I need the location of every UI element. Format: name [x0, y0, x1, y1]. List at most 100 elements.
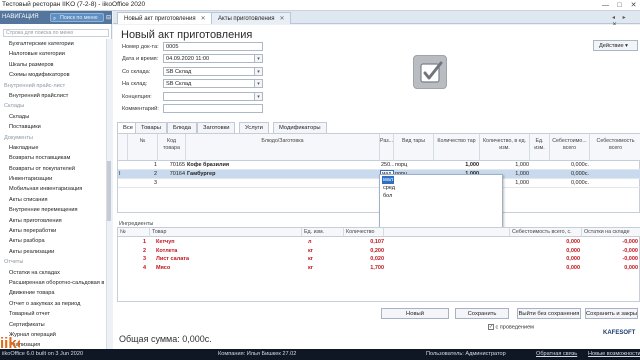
cell-num[interactable]: 2 — [128, 170, 158, 179]
cell-unit[interactable] — [530, 179, 550, 188]
to-store-select[interactable]: SB Склад — [163, 79, 255, 88]
cell-code[interactable]: 70165 — [158, 161, 186, 170]
cell-code[interactable]: 70164 — [158, 170, 186, 179]
minimize-button[interactable]: — — [600, 0, 611, 11]
cell-code[interactable] — [158, 179, 186, 188]
ingredient-qty[interactable]: 1,700 — [344, 264, 384, 272]
calendar-dropdown-icon[interactable]: ▾ — [255, 54, 263, 63]
close-tab-icon[interactable]: ✕ — [201, 16, 206, 22]
ingredient-cost[interactable]: 0,000 — [510, 247, 580, 255]
size-option-large[interactable]: бол — [382, 192, 422, 200]
checkbox-checked-icon[interactable]: ✓ — [488, 324, 494, 330]
ingredient-name[interactable]: Кетчуп — [156, 238, 302, 246]
ingredient-unit[interactable]: л — [308, 238, 344, 246]
save-and-close-button[interactable]: Сохранить и закрыть — [585, 308, 638, 319]
column-header-pack-type[interactable]: Вид тары — [394, 134, 434, 161]
cell-name[interactable]: Гамбургер — [186, 170, 380, 179]
ingr-header-unit[interactable]: Ед. изм. — [302, 228, 344, 237]
cell-num[interactable]: 1 — [128, 161, 158, 170]
column-header-cost[interactable]: Себестоимо... всего — [550, 134, 590, 161]
sidebar-item[interactable]: Остатки на складах — [0, 268, 106, 278]
from-store-select[interactable]: SB Склад — [163, 67, 255, 76]
sidebar-item[interactable]: Отчет о закупках за период — [0, 299, 106, 309]
column-header-dish[interactable]: Блюдо/Заготовка — [186, 134, 380, 161]
cell-cost-total[interactable] — [590, 179, 640, 188]
sidebar-item[interactable]: Акты приготовления — [0, 216, 106, 226]
sidebar-item[interactable]: Схемы модификаторов — [0, 70, 106, 80]
ingr-header-number[interactable]: № — [118, 228, 150, 237]
sidebar-item[interactable]: Акты разбора — [0, 236, 106, 246]
chevron-down-icon[interactable]: ▾ — [255, 92, 263, 101]
menu-filter-input[interactable]: Строка для поиска по меню — [3, 29, 109, 37]
column-header-qty-unit[interactable]: Количество, в ед. изм. — [480, 134, 530, 161]
ingredient-num[interactable]: 3 — [118, 255, 146, 263]
chevron-down-icon[interactable]: ▾ — [255, 79, 263, 88]
ingredient-cost[interactable]: 0,000 — [510, 238, 580, 246]
close-window-button[interactable]: ✕ — [628, 0, 639, 11]
subtab-dishes[interactable]: Блюда — [167, 122, 197, 133]
comment-input[interactable] — [163, 104, 263, 113]
cell-qty-unit[interactable]: 1,000 — [480, 161, 530, 170]
sidebar-item[interactable]: Внутренние перемещения — [0, 205, 106, 215]
ingredient-stock[interactable]: 0,000 — [582, 264, 638, 272]
ingredient-cost[interactable]: 0,000 — [510, 255, 580, 263]
column-header-pack-qty[interactable]: Количество тар — [434, 134, 480, 161]
concept-select[interactable] — [163, 92, 255, 101]
tab-cooking-acts[interactable]: Акты приготовления ✕ — [211, 12, 292, 24]
cell-marker[interactable] — [118, 161, 128, 170]
column-header-unit[interactable]: Ед. изм. — [530, 134, 550, 161]
ingredient-stock[interactable]: -0,000 — [582, 255, 638, 263]
subtab-modifiers[interactable]: Модификаторы — [273, 122, 327, 133]
subtab-services[interactable]: Услуги — [239, 122, 269, 133]
cell-marker[interactable] — [118, 179, 128, 188]
ingredient-row[interactable]: 4 Мясо кг 1,700 0,000 0,000 — [118, 264, 640, 273]
sidebar-item[interactable]: Возвраты от покупателей — [0, 164, 106, 174]
sidebar-item[interactable]: Накладные — [0, 143, 106, 153]
sidebar-item[interactable]: Акты списания — [0, 195, 106, 205]
ingredient-row[interactable]: 2 Котлета кг 0,200 0,000 -0,000 — [118, 247, 640, 256]
sidebar-item[interactable]: Акты переработки — [0, 226, 106, 236]
sidebar-item[interactable]: Товарный отчет — [0, 309, 106, 319]
ingredient-name[interactable]: Мясо — [156, 264, 302, 272]
ingredient-num[interactable]: 2 — [118, 247, 146, 255]
ingr-header-stock[interactable]: Остатки на складе — [582, 228, 640, 237]
sidebar-item[interactable]: Расширенная оборотно-сальдовая в — [0, 278, 106, 288]
ingredient-row[interactable]: 3 Лист салата кг 0,020 0,000 -0,000 — [118, 255, 640, 264]
ingr-header-cost-total[interactable]: Себестоимость всего, с. — [510, 228, 582, 237]
sidebar-item[interactable]: Инвентаризации — [0, 174, 106, 184]
cell-cost-total[interactable] — [590, 170, 640, 179]
cell-unit[interactable] — [530, 170, 550, 179]
ingr-header-product[interactable]: Товар — [150, 228, 302, 237]
cell-pack[interactable]: порц — [394, 161, 434, 170]
sidebar-item[interactable]: Движение товара — [0, 288, 106, 298]
tab-new-cooking-act[interactable]: Новый акт приготовления ✕ — [117, 12, 213, 24]
ingredient-qty[interactable]: 0,020 — [344, 255, 384, 263]
cell-cost[interactable]: 0,000с. — [550, 170, 590, 179]
size-option-medium[interactable]: сред — [382, 184, 422, 192]
sidebar-item[interactable]: Склады — [0, 112, 106, 122]
column-header-number[interactable]: № — [128, 134, 158, 161]
ingredient-qty[interactable]: 0,200 — [344, 247, 384, 255]
sidebar-item[interactable]: Возвраты поставщикам — [0, 153, 106, 163]
menu-search-button[interactable]: ⌕ Поиск по меню — [50, 13, 104, 22]
ingr-header-qty[interactable]: Количество — [344, 228, 384, 237]
column-header-size[interactable]: Раз... — [380, 134, 394, 161]
ingredient-unit[interactable]: кг — [308, 247, 344, 255]
ingredient-unit[interactable]: кг — [308, 264, 344, 272]
ingredient-cost[interactable]: 0,000 — [510, 264, 580, 272]
cell-name[interactable] — [186, 179, 380, 188]
feedback-link[interactable]: Обратная связь — [536, 349, 577, 360]
close-tab-icon[interactable]: ✕ — [279, 16, 284, 22]
sidebar-item[interactable]: Бухгалтерские категории — [0, 39, 106, 49]
maximize-button[interactable]: □ — [614, 0, 625, 11]
doc-number-input[interactable]: 0005 — [163, 42, 263, 51]
column-header-cost-total[interactable]: Себестоимость всего — [590, 134, 640, 161]
sidebar-item[interactable]: Внутренний прайслист — [0, 91, 106, 101]
cell-marker[interactable]: I — [118, 170, 128, 179]
with-posting-checkbox[interactable]: ✓ с проведением — [488, 324, 534, 330]
ingredient-name[interactable]: Котлета — [156, 247, 302, 255]
sidebar-scroll-thumb[interactable] — [107, 161, 111, 221]
cell-cost[interactable]: 0,000с. — [550, 179, 590, 188]
ingredient-stock[interactable]: -0,000 — [582, 247, 638, 255]
size-dropdown-list[interactable]: мал сред бол — [379, 174, 503, 234]
